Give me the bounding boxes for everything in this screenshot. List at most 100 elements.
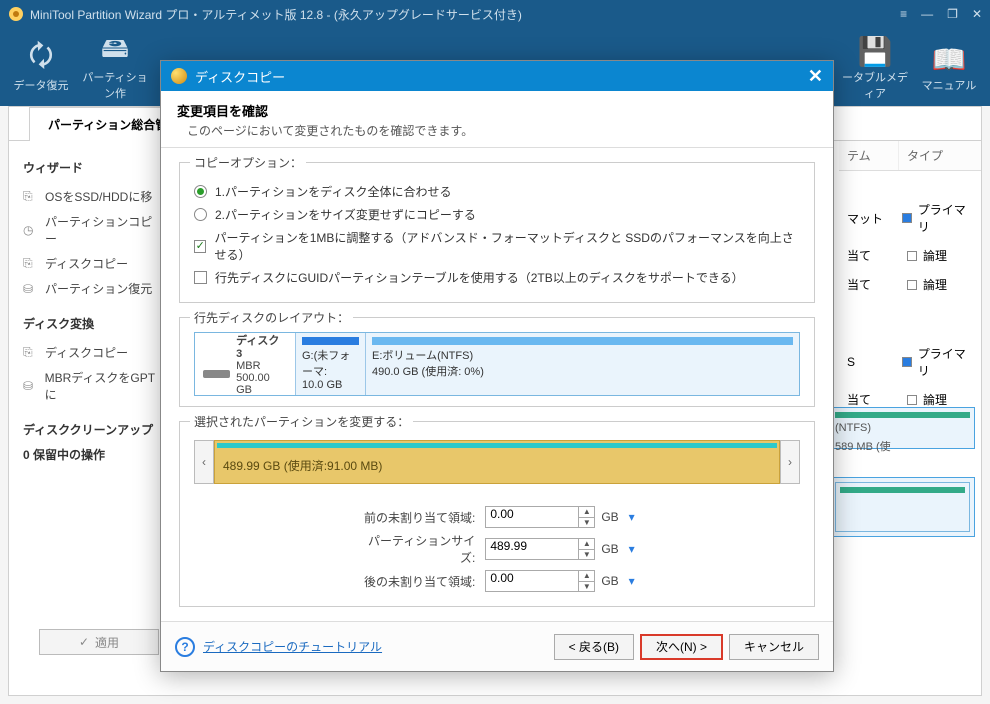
dialog-title: ディスクコピー [195,67,808,86]
color-swatch [902,213,911,223]
dialog-titlebar: ディスクコピー ✕ [161,61,833,91]
check-align-1mb[interactable]: ✓パーティションを1MBに調整する（アドバンスド・フォーマットディスクと SSD… [194,229,800,263]
color-swatch [907,280,917,290]
sidebar-item-disk-copy-2[interactable]: ⎘ディスクコピー [23,340,164,365]
tool-data-recovery[interactable]: 🗘データ復元 [4,35,78,99]
sidebar-item-partition-recovery[interactable]: ⛁パーティション復元 [23,276,164,301]
copy-icon: ⎘ [23,345,39,360]
color-swatch [907,251,917,261]
partition-slider[interactable]: 489.99 GB (使用済:91.00 MB) [214,440,780,484]
disk-icon: ⛁ [23,379,39,393]
table-header: テム タイプ [839,141,981,171]
manual-icon: 📖 [932,41,967,77]
media-icon: 💾 [858,33,893,69]
layout-group: 行先ディスクのレイアウト： ディスク 3 MBR 500.00 GB G:(未フ… [179,317,815,407]
table-row[interactable]: 当て論理 [839,241,981,270]
spin-up-icon[interactable]: ▲ [579,571,594,582]
maximize-icon[interactable]: ❐ [947,7,958,21]
copy-options-group: コピーオプション： 1.パーティションをディスク全体に合わせる 2.パーティショ… [179,162,815,303]
close-icon[interactable]: ✕ [808,66,823,87]
slider-fill [217,443,777,448]
size-input[interactable]: 489.99▲▼ [485,538,595,560]
sidebar-group-wizard: ウィザード [23,159,164,176]
usage-bar [840,487,965,493]
partition-g[interactable]: G:(未フォーマ: 10.0 GB [295,333,365,395]
dialog-header-sub: このページにおいて変更されたものを確認できます。 [177,122,817,139]
layout-preview-2[interactable] [830,477,975,537]
checkbox-icon [194,271,207,284]
color-swatch [902,357,911,367]
next-button[interactable]: 次へ(N) > [640,634,723,660]
cancel-button[interactable]: キャンセル [729,634,819,660]
slider-right-button[interactable]: › [780,440,800,484]
disk-info: ディスク 3 MBR 500.00 GB [195,333,295,395]
unit-dropdown[interactable]: ▾ [625,542,639,556]
disk-layout: ディスク 3 MBR 500.00 GB G:(未フォーマ: 10.0 GB E… [194,332,800,396]
dialog-icon [171,68,187,84]
copy-icon: ⎘ [23,256,39,271]
check-use-guid[interactable]: 行先ディスクにGUIDパーティションテーブルを使用する（2TB以上のディスクをサ… [194,269,800,286]
sidebar-group-convert: ディスク変換 [23,315,164,332]
size-label: パーティションサイズ: [355,532,485,566]
clock-icon: ◷ [23,223,39,237]
table-row[interactable]: マットプライマリ [839,195,981,241]
recovery-icon: 🗘 [29,41,54,77]
before-label: 前の未割り当て領域: [355,509,485,526]
radio-fit-disk[interactable]: 1.パーティションをディスク全体に合わせる [194,183,800,200]
checkbox-icon: ✓ [194,240,206,253]
slider-left-button[interactable]: ‹ [194,440,214,484]
sidebar-item-mbr-gpt[interactable]: ⛁MBRディスクをGPTに [23,365,164,407]
titlebar-text: MiniTool Partition Wizard プロ・アルティメット版 12… [30,6,900,23]
color-swatch [907,395,917,405]
usage-bar [835,412,970,418]
help-icon[interactable]: ? [175,637,195,657]
spin-down-icon[interactable]: ▼ [579,518,594,528]
check-icon: ✓ [79,635,89,649]
selected-partition-group: 選択されたパーティションを変更する： ‹ 489.99 GB (使用済:91.0… [179,421,815,607]
sidebar-item-disk-copy[interactable]: ⎘ディスクコピー [23,251,164,276]
tool-manual[interactable]: 📖マニュアル [912,35,986,99]
sidebar-item-migrate-os[interactable]: ⎘OSをSSD/HDDに移 [23,184,164,209]
spin-down-icon[interactable]: ▼ [579,550,594,560]
partition-e[interactable]: E:ボリューム(NTFS) 490.0 GB (使用済: 0%) [365,333,799,395]
menu-icon[interactable]: ≡ [900,7,907,21]
tool-partition[interactable]: 🖴パーティション作 [78,27,152,107]
spin-up-icon[interactable]: ▲ [579,539,594,550]
disk-icon: ⛁ [23,282,39,296]
after-label: 後の未割り当て領域: [355,573,485,590]
sidebar-group-cleanup: ディスククリーンアップ [23,421,164,438]
table-row[interactable]: Sプライマリ [839,339,981,385]
partition-icon: 🖴 [101,33,129,69]
table-row[interactable]: 当て論理 [839,270,981,299]
dialog-header: 変更項目を確認 このページにおいて変更されたものを確認できます。 [161,91,833,148]
col-type: タイプ [899,141,981,170]
back-button[interactable]: < 戻る(B) [554,634,634,660]
layout-preview-1[interactable]: (NTFS) 589 MB (使 [830,407,975,449]
unit-dropdown[interactable]: ▾ [625,574,639,588]
spin-up-icon[interactable]: ▲ [579,507,594,518]
before-input[interactable]: 0.00▲▼ [485,506,595,528]
col-system: テム [839,141,899,170]
hdd-icon [203,370,230,378]
tool-bootable[interactable]: 💾ータブルメディア [838,27,912,107]
radio-icon [194,208,207,221]
tutorial-link[interactable]: ディスクコピーのチュートリアル [203,638,548,655]
minimize-icon[interactable]: — [921,7,933,21]
apply-button[interactable]: ✓✓ 適用適用 [39,629,159,655]
radio-icon [194,185,207,198]
partition-table: テム タイプ マットプライマリ 当て論理 当て論理 Sプライマリ 当て論理 [839,141,981,414]
app-icon [8,6,24,22]
disk-copy-dialog: ディスクコピー ✕ 変更項目を確認 このページにおいて変更されたものを確認できま… [160,60,834,672]
dialog-header-title: 変更項目を確認 [177,101,817,120]
unit-dropdown[interactable]: ▾ [625,510,639,524]
migrate-icon: ⎘ [23,189,39,204]
sidebar: ウィザード ⎘OSをSSD/HDDに移 ◷パーティションコピー ⎘ディスクコピー… [9,141,164,695]
after-input[interactable]: 0.00▲▼ [485,570,595,592]
pending-ops: 0 保留中の操作 [23,446,164,463]
titlebar: MiniTool Partition Wizard プロ・アルティメット版 12… [0,0,990,28]
dialog-footer: ? ディスクコピーのチュートリアル < 戻る(B) 次へ(N) > キャンセル [161,621,833,671]
spin-down-icon[interactable]: ▼ [579,582,594,592]
radio-no-resize[interactable]: 2.パーティションをサイズ変更せずにコピーする [194,206,800,223]
close-icon[interactable]: ✕ [972,7,982,21]
sidebar-item-partition-copy[interactable]: ◷パーティションコピー [23,209,164,251]
